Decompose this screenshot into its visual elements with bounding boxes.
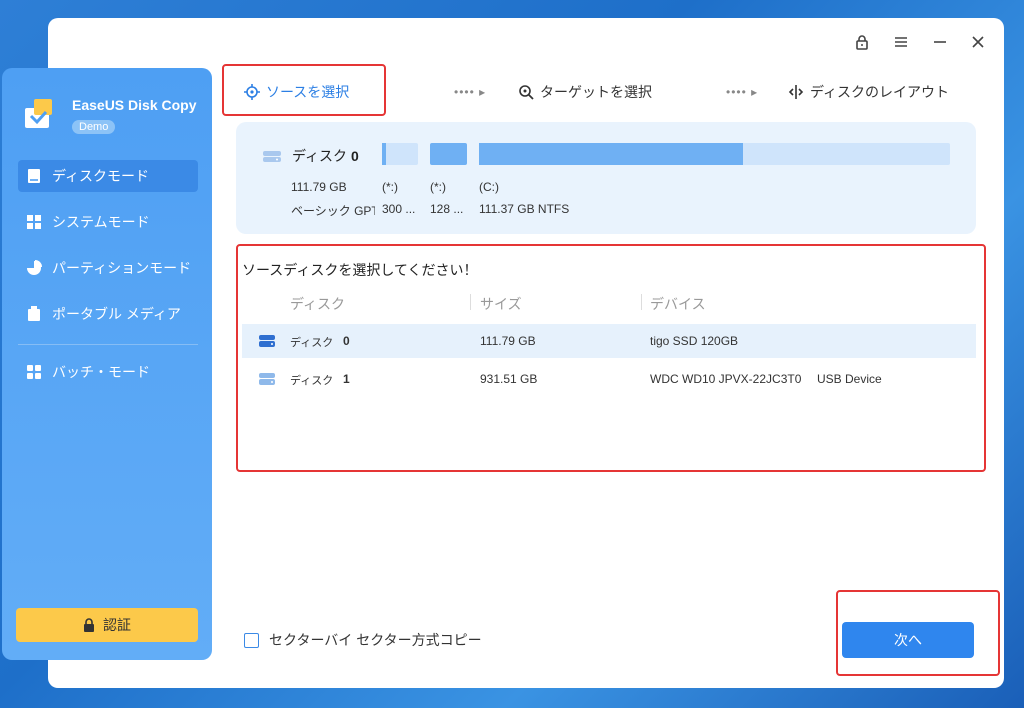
grid-icon	[26, 364, 42, 380]
next-label: 次へ	[894, 632, 922, 648]
disk-capacity: 111.79 GB	[291, 180, 347, 194]
step-dots: •••• ▸	[726, 85, 759, 99]
column-header-disk: ディスク	[290, 296, 346, 312]
portable-media-icon	[26, 306, 42, 322]
step-disk-layout[interactable]: ディスクのレイアウト	[788, 80, 949, 104]
table-row[interactable]: ディスク 1 931.51 GB WDC WD10 JPVX-22JC3T0 U…	[242, 362, 976, 396]
disk-label: ディスク	[292, 148, 348, 164]
partition-size: 300 ...	[382, 202, 416, 216]
sidebar-divider	[18, 344, 198, 345]
sidebar-item-batch-mode[interactable]: バッチ・モード	[18, 356, 198, 388]
row-size: 931.51 GB	[480, 372, 538, 386]
sidebar-item-label: バッチ・モード	[52, 364, 150, 380]
disk-icon	[258, 333, 276, 352]
lock-icon[interactable]	[852, 32, 872, 52]
app-name: EaseUS Disk Copy	[72, 97, 197, 113]
partition-name: (C:)	[479, 180, 499, 194]
pie-chart-icon	[26, 260, 42, 276]
demo-badge: Demo	[72, 120, 116, 134]
auth-button[interactable]: 認証	[16, 608, 198, 642]
partition-name: (*:)	[430, 180, 446, 194]
sector-copy-option[interactable]: セクターバイ セクター方式コピー	[244, 630, 482, 650]
section-title: ソースディスクを選択してください！	[242, 262, 478, 278]
disk-mode-icon	[26, 168, 42, 184]
sector-copy-checkbox[interactable]	[244, 632, 259, 648]
sidebar-item-label: システムモード	[52, 214, 150, 230]
column-separator	[470, 294, 471, 310]
step-dots: •••• ▸	[454, 85, 487, 99]
table-row[interactable]: ディスク 0 111.79 GB tigo SSD 120GB	[242, 324, 976, 358]
layout-split-icon	[788, 84, 804, 100]
disk-icon	[262, 148, 282, 164]
highlight-box	[222, 64, 386, 116]
row-disk-name: ディスク	[290, 337, 334, 349]
sidebar-item-disk-mode[interactable]: ディスクモード	[18, 160, 198, 192]
app-logo-icon	[22, 96, 58, 132]
partition-size: 111.37 GB NTFS	[479, 202, 570, 216]
windows-icon	[26, 214, 42, 230]
partition-bar-2[interactable]	[430, 143, 467, 165]
column-separator	[641, 294, 642, 310]
sidebar-item-system-mode[interactable]: システムモード	[18, 206, 198, 238]
row-size: 111.79 GB	[480, 334, 536, 348]
sector-copy-label: セクターバイ セクター方式コピー	[269, 632, 482, 648]
close-icon[interactable]	[968, 32, 988, 52]
lock-icon	[83, 618, 95, 632]
auth-label: 認証	[103, 617, 131, 633]
next-button[interactable]: 次へ	[842, 622, 974, 658]
sidebar: EaseUS Disk Copy Demo ディスクモード システムモード パー…	[2, 68, 212, 660]
app-logo-row: EaseUS Disk Copy Demo	[22, 96, 197, 135]
menu-icon[interactable]	[891, 32, 911, 52]
disk-layout-panel: ディスク 0 111.79 GB ベーシック GPT (*:) 300 ... …	[236, 122, 976, 234]
step-select-target[interactable]: ターゲットを選択	[518, 80, 652, 104]
row-device: tigo SSD 120GB	[650, 334, 739, 348]
row-device-extra: USB Device	[817, 372, 882, 386]
sidebar-item-portable-media[interactable]: ポータブル メディア	[18, 298, 198, 330]
step-label: ターゲットを選択	[540, 84, 652, 100]
disk-title: ディスク 0	[262, 146, 359, 166]
disk-icon	[258, 371, 276, 390]
row-disk-name: ディスク	[290, 375, 334, 387]
row-disk-number: 0	[343, 334, 350, 348]
column-header-size: サイズ	[480, 296, 522, 312]
row-disk-number: 1	[343, 372, 350, 386]
target-search-icon	[518, 84, 534, 100]
row-device: WDC WD10 JPVX-22JC3T0	[650, 372, 802, 386]
disk-number: 0	[351, 148, 359, 164]
disk-type: ベーシック GPT	[291, 204, 375, 218]
sidebar-item-partition-mode[interactable]: パーティションモード	[18, 252, 198, 284]
sidebar-item-label: パーティションモード	[52, 260, 192, 276]
partition-size: 128 ...	[430, 202, 464, 216]
partition-name: (*:)	[382, 180, 398, 194]
partition-bar-1[interactable]	[382, 143, 418, 165]
column-header-device: デバイス	[650, 296, 706, 312]
minimize-icon[interactable]	[930, 32, 950, 52]
sidebar-item-label: ポータブル メディア	[52, 306, 181, 322]
step-label: ディスクのレイアウト	[810, 84, 950, 100]
partition-bar-3[interactable]	[479, 143, 950, 165]
sidebar-item-label: ディスクモード	[52, 168, 150, 184]
